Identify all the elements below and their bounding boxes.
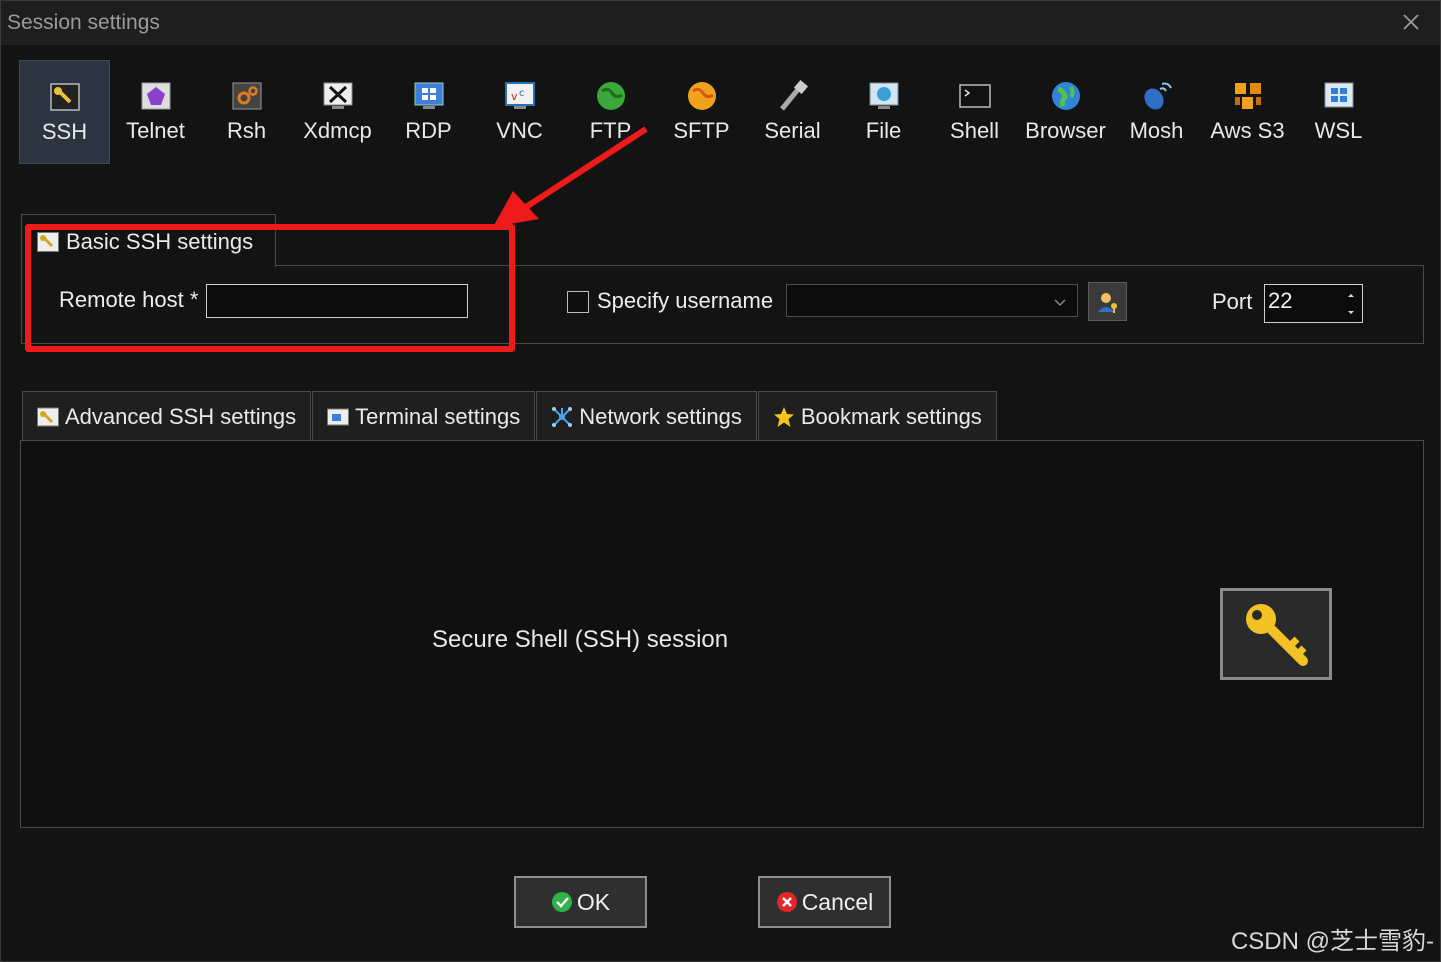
check-circle-icon [551,891,573,913]
xdmcp-icon [321,79,355,113]
user-manager-button[interactable] [1088,282,1127,321]
close-icon[interactable] [1400,11,1422,33]
network-icon [551,406,573,428]
session-type-ssh[interactable]: SSH [19,60,110,164]
session-type-sftp[interactable]: SFTP [656,60,747,164]
tab-label: Bookmark settings [800,403,982,429]
vnc-icon: vc [503,79,537,113]
svg-text:c: c [519,88,525,99]
session-type-vnc[interactable]: vc VNC [474,60,565,164]
mosh-icon [1140,79,1174,113]
specify-username-checkbox[interactable] [567,291,589,313]
cancel-circle-icon [776,891,798,913]
wrench-icon [37,406,59,428]
serial-icon [776,79,810,113]
session-type-label: Browser [1025,118,1106,143]
session-type-label: SFTP [673,118,730,143]
key-icon [1246,604,1308,666]
session-type-xdmcp[interactable]: Xdmcp [292,60,383,164]
watermark: CSDN @芝士雪豹- [1230,928,1434,955]
file-icon [867,79,901,113]
session-type-shell[interactable]: Shell [929,60,1020,164]
chevron-down-icon [1053,295,1067,307]
session-type-label: Telnet [126,118,185,143]
aws-s3-icon [1231,79,1265,113]
session-type-file[interactable]: File [838,60,929,164]
session-type-telnet[interactable]: Telnet [110,60,201,164]
session-type-label: Shell [950,118,999,143]
port-label: Port [1212,289,1253,314]
session-type-label: File [865,118,902,143]
ok-label: OK [576,888,611,915]
user-key-icon [1098,293,1117,313]
tab-label: Terminal settings [355,403,521,429]
star-icon [773,406,795,428]
terminal-icon [327,406,350,428]
session-type-label: Mosh [1129,118,1184,143]
username-select[interactable] [786,284,1078,317]
session-type-mosh[interactable]: Mosh [1111,60,1202,164]
settings-tab-strip: Advanced SSH settings Terminal settings … [22,391,998,441]
session-type-label: WSL [1314,118,1363,143]
session-type-rsh[interactable]: Rsh [201,60,292,164]
telnet-icon [139,79,173,113]
title-bar: Session settings [1,1,1440,45]
session-type-aws-s3[interactable]: Aws S3 [1202,60,1293,164]
session-type-label: RDP [405,118,452,143]
shell-icon [958,79,992,113]
ftp-icon [594,79,628,113]
spinner-arrows-icon[interactable] [1346,289,1356,319]
session-type-wsl[interactable]: WSL [1293,60,1384,164]
session-description: Secure Shell (SSH) session [432,626,729,653]
tab-network-settings[interactable]: Network settings [536,391,757,441]
cancel-button[interactable]: Cancel [758,876,891,928]
session-type-bar: SSH Telnet Rsh Xdmcp RDP v c VNC FTP SFT… [19,60,1384,164]
rdp-icon [412,79,446,113]
specify-username-label: Specify username [597,288,774,313]
session-type-label: Xdmcp [303,118,372,143]
session-type-label: Serial [764,118,821,143]
wrench-icon [37,232,59,252]
session-type-serial[interactable]: Serial [747,60,838,164]
tab-label: Advanced SSH settings [65,403,297,429]
tab-label: Network settings [579,403,742,429]
session-type-browser[interactable]: Browser [1020,60,1111,164]
ssh-icon [48,80,82,114]
session-type-label: FTP [589,118,632,143]
window-title: Session settings [7,11,160,34]
tab-advanced-ssh-settings[interactable]: Advanced SSH settings [22,391,312,441]
session-type-label: Aws S3 [1210,118,1285,143]
svg-text:v: v [511,90,518,103]
remote-host-input[interactable] [206,284,468,318]
rsh-icon [230,79,264,113]
basic-ssh-settings-label: Basic SSH settings [66,229,254,254]
session-settings-dialog: Session settings SSH Telnet Rsh Xdmcp RD… [0,0,1441,962]
basic-ssh-settings-tab[interactable]: Basic SSH settings [21,214,276,267]
remote-host-label: Remote host * [59,287,199,312]
browser-icon [1049,79,1083,113]
session-type-label: VNC [496,118,543,143]
wsl-icon [1322,79,1356,113]
sftp-icon [685,79,719,113]
ssh-key-image [1220,588,1332,680]
session-type-rdp[interactable]: RDP [383,60,474,164]
session-type-ftp[interactable]: FTP [565,60,656,164]
port-value: 22 [1268,288,1293,313]
session-type-label: SSH [41,119,88,144]
port-spinbox[interactable]: 22 [1264,284,1363,323]
session-type-label: Rsh [226,118,267,143]
ok-button[interactable]: OK [514,876,647,928]
tab-bookmark-settings[interactable]: Bookmark settings [757,391,997,441]
cancel-label: Cancel [801,888,874,915]
tab-terminal-settings[interactable]: Terminal settings [312,391,536,441]
